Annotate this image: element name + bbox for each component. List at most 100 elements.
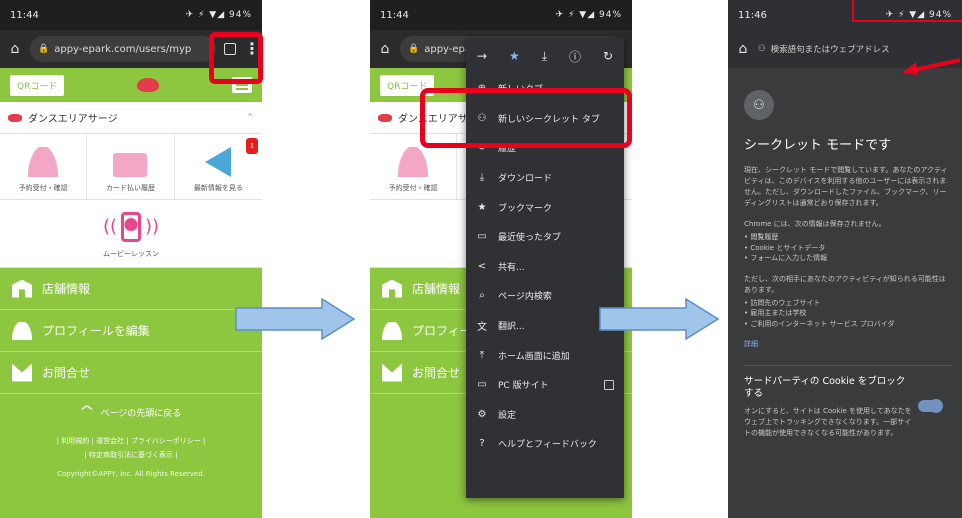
menu-item-label: 設定 — [498, 410, 517, 421]
info-icon[interactable]: ⓘ — [569, 48, 581, 65]
tile-label: カード払い履歴 — [105, 184, 155, 192]
menu-item-label: 翻訳... — [498, 322, 525, 333]
menu-item-icon: ⚙ — [477, 408, 487, 420]
highlight-callout-box — [852, 0, 962, 22]
menu-item-label: PC 版サイト — [498, 381, 549, 392]
menu-item-icon: ▭ — [477, 231, 487, 243]
learn-more-link[interactable]: 詳細 — [744, 339, 952, 349]
menu-item-icon: ⤒ — [479, 349, 485, 361]
status-icons: ✈ ⚡ ▼◢ 94% — [555, 10, 622, 20]
movie-lesson-icon: (( )) — [103, 209, 159, 245]
tutorial-canvas: 11:44 ✈ ⚡ ▼◢ 94% ⌂ 🔒 appy-epark.com/user… — [0, 0, 962, 518]
footer-links-2[interactable]: | 特定商取引法に基づく表示 | — [0, 448, 262, 462]
status-icons: ✈ ⚡ ▼◢ 94% — [185, 10, 252, 20]
reservation-tile[interactable]: 予約受付・確認 — [0, 134, 88, 199]
megaphone-icon — [205, 147, 232, 177]
tile-label: ムービーレッスン — [103, 249, 159, 258]
status-bar: 11:44 ✈ ⚡ ▼◢ 94% — [370, 0, 632, 30]
not-saved-list: 閲覧履歴 Cookie とサイトデータ フォームに入力した情報 — [744, 232, 952, 264]
menu-item-icon: ▭ — [477, 379, 487, 391]
store-icon — [382, 279, 402, 298]
tile-label: 最新情報を見る — [193, 184, 243, 192]
menu-item-label: ホーム画面に追加 — [498, 351, 570, 362]
menu-item-label: ヘルプとフィードバック — [498, 440, 597, 451]
chevron-updown-icon: ⌃ — [246, 112, 254, 123]
tile-label: 予約受付・確認 — [18, 184, 68, 192]
step-arrow-2 — [599, 298, 720, 340]
incognito-content: ⚇ シークレット モードです 現在、シークレット モードで閲覧しています。あなた… — [728, 68, 962, 439]
back-to-top-link[interactable]: ^ ページの先頭に戻る — [0, 404, 262, 420]
cookie-desc: オンにすると、サイトは Cookie を使用してあなたをウェブ上でトラッキングで… — [744, 407, 912, 437]
menu-item[interactable]: ⤓ ダウンロード — [466, 163, 624, 193]
menu-item[interactable]: ★ ブックマーク — [466, 192, 624, 222]
bookmark-star-icon[interactable]: ★ — [509, 49, 520, 63]
tile-label: 予約受付・確認 — [388, 184, 438, 192]
menu-item-label: ダウンロード — [498, 174, 553, 185]
list-item: 雇用主または学校 — [744, 308, 952, 319]
visible-to-list: 訪問先のウェブサイト 雇用主または学校 ご利用のインターネット サービス プロバ… — [744, 298, 952, 330]
address-bar[interactable]: 🔒 appy-epark.com/users/myp — [30, 36, 216, 62]
incognito-title: シークレット モードです — [744, 138, 892, 153]
reload-icon[interactable]: ↻ — [603, 49, 613, 63]
lock-icon: 🔒 — [38, 44, 50, 54]
card-icon — [113, 153, 148, 177]
mail-icon — [382, 363, 402, 382]
movie-lesson-tile[interactable]: (( )) ムービーレッスン — [0, 200, 262, 268]
menu-item[interactable]: ? ヘルプとフィードバック — [466, 429, 624, 459]
url-text: appy-epa — [424, 43, 472, 55]
home-icon[interactable]: ⌂ — [736, 41, 750, 57]
profile-icon — [382, 321, 402, 340]
home-icon[interactable]: ⌂ — [8, 41, 22, 57]
nav-label: お問合せ — [412, 366, 461, 380]
store-selector[interactable]: ダンスエリアサージ ⌃ — [0, 102, 262, 134]
store-logo — [8, 113, 22, 122]
feature-grid: 予約受付・確認 カード払い履歴 最新情報を見る 1 — [0, 134, 262, 200]
menu-item-label: 最近使ったタブ — [498, 233, 562, 244]
lock-icon: 🔒 — [408, 44, 420, 54]
download-icon[interactable]: ⤓ — [542, 49, 547, 64]
list-item: 閲覧履歴 — [744, 232, 952, 243]
nav-edit-profile[interactable]: プロフィールを編集 — [0, 310, 262, 352]
card-history-tile[interactable]: カード払い履歴 — [87, 134, 175, 199]
red-pointer-arrow — [902, 58, 961, 75]
store-name: ダンスエリアサージ — [28, 114, 118, 125]
notification-badge: 1 — [246, 138, 258, 154]
phone-screen-incognito: 11:46 ✈ ⚡ ▼◢ 94% ⌂ ⚇ 検索語句またはウェブアドレス ⚇ シー… — [728, 0, 962, 518]
menu-item[interactable]: ▭ 最近使ったタブ — [466, 222, 624, 252]
nav-contact[interactable]: お問合せ — [0, 352, 262, 394]
status-time: 11:46 — [738, 9, 767, 21]
menu-item-label: ページ内検索 — [498, 292, 552, 303]
desktop-site-checkbox[interactable] — [604, 379, 614, 390]
footer-links[interactable]: | 利用規約 | 運営会社 | プライバシーポリシー | — [0, 434, 262, 448]
cookie-toggle[interactable] — [918, 399, 943, 413]
list-item: 訪問先のウェブサイト — [744, 298, 952, 309]
menu-item-icon: ★ — [477, 201, 487, 213]
list-item: Cookie とサイトデータ — [744, 243, 952, 254]
status-time: 11:44 — [10, 9, 39, 21]
incognito-mini-icon: ⚇ — [758, 44, 766, 54]
menu-item[interactable]: ⤒ ホーム画面に追加 — [466, 340, 624, 370]
menu-item-icon: ? — [479, 438, 485, 450]
site-footer: ^ ページの先頭に戻る | 利用規約 | 運営会社 | プライバシーポリシー |… — [0, 394, 262, 478]
news-tile[interactable]: 最新情報を見る 1 — [175, 134, 262, 199]
step-arrow-1 — [235, 298, 356, 340]
menu-item[interactable]: ⚙ 設定 — [466, 400, 624, 430]
menu-item-icon: 文 — [477, 322, 487, 334]
back-to-top-label: ページの先頭に戻る — [100, 408, 182, 419]
forward-icon[interactable]: → — [477, 49, 487, 63]
qr-code-button[interactable]: QRコード — [10, 74, 65, 96]
menu-item-label: 共有... — [498, 262, 525, 273]
nav-store-info[interactable]: 店舗情報 — [0, 268, 262, 310]
status-time: 11:44 — [380, 9, 409, 21]
list-item: フォームに入力した情報 — [744, 253, 952, 264]
menu-item[interactable]: < 共有... — [466, 252, 624, 282]
address-bar[interactable]: ⚇ 検索語句またはウェブアドレス — [758, 43, 954, 55]
nav-label: お問合せ — [42, 366, 91, 380]
home-icon[interactable]: ⌂ — [378, 41, 392, 57]
incognito-para-1: 現在、シークレット モードで閲覧しています。あなたのアクティビティは、このデバイ… — [744, 166, 948, 207]
menu-item[interactable]: ▭ PC 版サイト — [466, 370, 624, 400]
reservation-icon — [28, 147, 59, 177]
site-logo — [137, 78, 160, 92]
nav-label: 店舗情報 — [42, 282, 91, 296]
incognito-para-3: ただし、次の相手にあなたのアクティビティが知られる可能性はあります。 — [744, 274, 946, 294]
